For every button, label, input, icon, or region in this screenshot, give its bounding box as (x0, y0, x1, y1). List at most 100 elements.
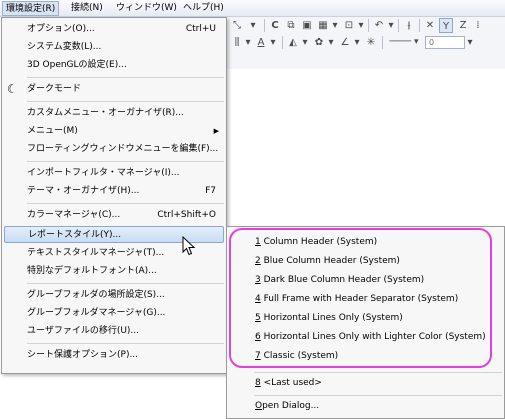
menu-separator (254, 372, 502, 373)
grid-icon[interactable]: ▦ (316, 18, 330, 33)
toolbar-separator (368, 19, 369, 32)
menu-item-label: グループフォルダの場所設定(S)... (27, 290, 165, 300)
symbol-icon[interactable]: ✳ (364, 35, 378, 50)
submenu-item-label: pen Dialog... (262, 401, 320, 411)
dropdown-arrow-icon[interactable]: ▾ (386, 18, 396, 33)
submenu-item-open-dialog[interactable]: Open Dialog... (227, 397, 504, 415)
submenu-item-label: Horizontal Lines Only with Lighter Color… (260, 332, 486, 342)
dropdown-arrow-icon[interactable]: ▾ (465, 35, 475, 50)
menu-item-import-filter-manager[interactable]: インポートフィルタ・マネージャ(I)... (2, 165, 226, 182)
submenu-item-last-used[interactable]: 8 <Last used> (227, 374, 504, 392)
moon-icon: ☾ (7, 82, 18, 96)
toolbar-separator (264, 19, 265, 32)
menu-item-label: ダークモード (27, 84, 82, 94)
shortcut-label: F7 (205, 186, 216, 196)
menu-item-options[interactable]: オプション(O)... Ctrl+U (2, 21, 226, 38)
mouse-cursor-icon (182, 236, 196, 256)
toolbar-separator (419, 19, 420, 32)
dropdown-arrow-icon[interactable]: ▾ (330, 18, 340, 33)
bar-pattern-icon[interactable]: ⫼ (230, 35, 244, 50)
dropdown-arrow-icon[interactable]: ▾ (352, 35, 362, 50)
menu-item-label: システム変数(L)... (27, 42, 102, 52)
preferences-dropdown-menu: オプション(O)... Ctrl+U システム変数(L)... 3D OpenG… (1, 17, 227, 374)
menu-bar: 環境設定(R) 接続(N) ウィンドウ(W) ヘルプ(H) (0, 0, 505, 17)
submenu-item-blue-column-header[interactable]: 2 Blue Column Header (System) (227, 252, 504, 270)
z-axis-icon[interactable]: Z (457, 18, 469, 33)
line-style-selector[interactable]: ──── ▾ (386, 35, 422, 50)
dropdown-arrow-icon[interactable]: ▾ (268, 35, 278, 50)
submenu-item-dark-blue-column-header[interactable]: 3 Dark Blue Column Header (System) (227, 271, 504, 289)
menu-separator (254, 395, 502, 396)
menu-item-group-folder-location[interactable]: グループフォルダの場所設定(S)... (2, 287, 226, 304)
toolbar-separator (398, 19, 399, 32)
menu-item-user-file-migration[interactable]: ユーザファイルの移行(U)... (2, 323, 226, 340)
menu-separator (27, 101, 224, 102)
menu-item-group-folder-manager[interactable]: グループフォルダマネージャ(G)... (2, 305, 226, 322)
menu-item-special-default-font[interactable]: 特別なデフォルトフォント(A)... (2, 263, 226, 280)
menu-item-label: ユーザファイルの移行(U)... (27, 326, 140, 336)
rotate-icon[interactable]: C (268, 18, 282, 33)
menu-item-system-variables[interactable]: システム変数(L)... (2, 39, 226, 56)
menubar-item-window[interactable]: ウィンドウ(W) (113, 1, 180, 16)
line-width-input[interactable]: 0 (425, 36, 465, 49)
toolbar-separator (282, 36, 283, 49)
menu-item-edit-floating-menu[interactable]: フローティングウィンドウメニューを編集(F)... (2, 141, 226, 158)
dropdown-arrow-icon[interactable]: ▾ (246, 18, 260, 33)
cross-icon[interactable]: ✕ (423, 18, 437, 33)
submenu-item-label: Column Header (System) (260, 237, 378, 247)
menubar-item-help[interactable]: ヘルプ(H) (180, 1, 227, 16)
submenu-item-full-frame[interactable]: 4 Full Frame with Header Separator (Syst… (227, 290, 504, 308)
zoom-icon[interactable]: ⤡ (230, 18, 244, 33)
menu-item-color-manager[interactable]: カラーマネージャ(C)... Ctrl+Shift+O (2, 207, 226, 224)
submenu-item-label: Classic (System) (260, 351, 339, 361)
curve-icon[interactable]: ↶ (372, 18, 386, 33)
menu-item-label: テキストスタイルマネージャ(T)... (27, 248, 165, 258)
toolbar-row-2: ⫼ ▾ A ▾ ◭ ▾ ✿ ▾ ∠ ▾ ✳ ──── ▾ 0 ▾ (226, 34, 505, 51)
dropdown-arrow-icon[interactable]: ▾ (326, 35, 336, 50)
pattern-fill-icon[interactable]: ✿ (312, 35, 326, 50)
dropdown-arrow-icon[interactable]: ▾ (300, 35, 310, 50)
menu-item-menu[interactable]: メニュー(M) ▶ (2, 123, 226, 140)
menu-separator (27, 343, 224, 344)
menu-item-label: インポートフィルタ・マネージャ(I)... (27, 168, 180, 178)
dropdown-arrow-icon[interactable]: ▾ (356, 18, 366, 33)
marker-icon[interactable]: ⫲ (402, 18, 416, 33)
toolbar-row-1: ⤡ ▾ C ⧉ ▣ ▦ ▾ ⊡ ▾ ↶ ▾ ⫲ ✕ Y Z ⁞ (226, 17, 505, 34)
menubar-item-preferences[interactable]: 環境設定(R) (2, 1, 60, 16)
menu-item-sheet-protection-options[interactable]: シート保護オプション(P)... (2, 347, 226, 364)
menu-item-theme-organizer[interactable]: テーマ・オーガナイザ(H)... F7 (2, 183, 226, 200)
submenu-item-horizontal-lines-lighter[interactable]: 6 Horizontal Lines Only with Lighter Col… (227, 328, 504, 346)
submenu-item-label: Full Frame with Header Separator (System… (260, 294, 459, 304)
copy-icon[interactable]: ⧉ (284, 18, 298, 33)
menu-item-label: 特別なデフォルトフォント(A)... (27, 266, 157, 276)
report-style-submenu: 1 Column Header (System) 2 Blue Column H… (226, 226, 505, 419)
dropdown-arrow-icon[interactable]: ▾ (243, 35, 253, 50)
menu-item-custom-menu-organizer[interactable]: カスタムメニュー・オーガナイザ(R)... (2, 105, 226, 122)
shortcut-label: Ctrl+Shift+O (157, 210, 216, 220)
menu-separator (27, 203, 224, 204)
menu-item-label: オプション(O)... (27, 24, 95, 34)
line-color-icon[interactable]: ∠ (338, 35, 352, 50)
menu-separator (27, 161, 224, 162)
menu-item-dark-mode[interactable]: ☾ ダークモード (2, 81, 226, 98)
submenu-item-classic[interactable]: 7 Classic (System) (227, 347, 504, 365)
menu-item-label: テーマ・オーガナイザ(H)... (27, 186, 140, 196)
y-axis-icon[interactable]: Y (439, 18, 453, 33)
menu-item-label: カスタムメニュー・オーガナイザ(R)... (27, 108, 184, 118)
menubar-item-connect[interactable]: 接続(N) (68, 1, 106, 16)
menu-item-label: レポートスタイル(Y)... (28, 230, 122, 240)
fill-color-icon[interactable]: ◭ (286, 35, 300, 50)
submenu-item-label: Blue Column Header (System) (260, 256, 400, 266)
more-icon[interactable]: ⁞ (472, 18, 484, 33)
toolbar-area: ⤡ ▾ C ⧉ ▣ ▦ ▾ ⊡ ▾ ↶ ▾ ⫲ ✕ Y Z ⁞ ⫼ ▾ A ▾ … (226, 17, 505, 69)
frame-icon[interactable]: ⊡ (342, 18, 356, 33)
menu-item-opengl-settings[interactable]: 3D OpenGLの設定(E)... (2, 57, 226, 74)
submenu-arrow-icon: ▶ (213, 127, 219, 135)
submenu-item-column-header[interactable]: 1 Column Header (System) (227, 233, 504, 251)
font-color-icon[interactable]: A (254, 35, 268, 50)
toolbar-separator (382, 36, 383, 49)
menu-item-label: フローティングウィンドウメニューを編集(F)... (27, 144, 219, 154)
shortcut-label: Ctrl+U (185, 24, 216, 34)
submenu-item-horizontal-lines-only[interactable]: 5 Horizontal Lines Only (System) (227, 309, 504, 327)
paste-icon[interactable]: ▣ (300, 18, 314, 33)
